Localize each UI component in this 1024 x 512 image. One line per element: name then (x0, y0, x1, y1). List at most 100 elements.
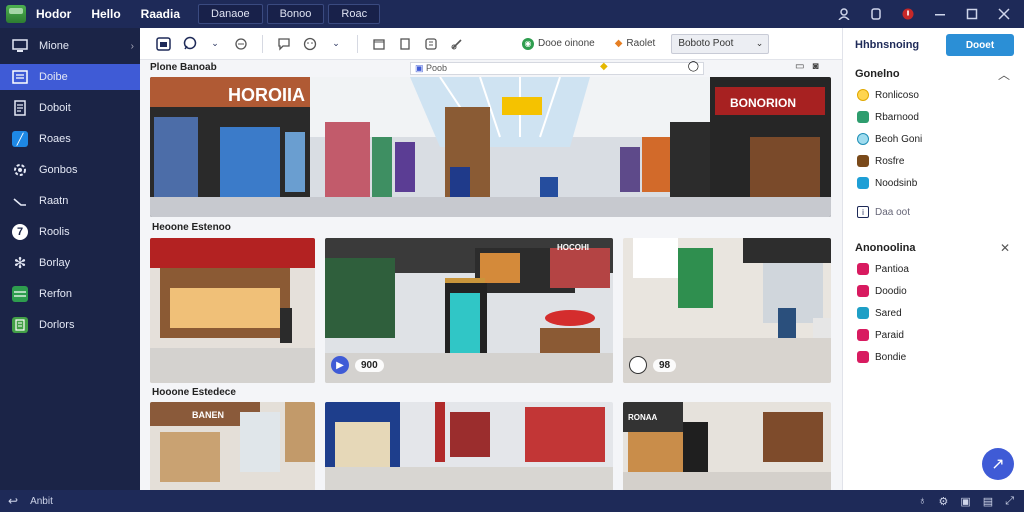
panel-item-label: Beoh Goni (875, 133, 923, 145)
chart-icon: ╱ (12, 131, 28, 147)
chevron-up-icon[interactable]: ︿ (998, 66, 1010, 83)
sidebar-item-raatn[interactable]: Raatn (0, 188, 140, 214)
sidebar-item-doboit[interactable]: Doboit (0, 95, 140, 121)
panel-item-4[interactable]: Rosfre (843, 150, 1024, 172)
tag-icon[interactable]: ◆ (600, 61, 608, 72)
menu-item-2[interactable]: Hello (91, 7, 120, 21)
gallery-thumb-4[interactable]: BANEN (150, 402, 315, 490)
sidebar-item-dorlors[interactable]: Dorlors (0, 312, 140, 338)
panel-item-3[interactable]: Beoh Goni (843, 128, 1024, 150)
panel-item-label: Pantioa (875, 263, 909, 275)
alert-icon[interactable] (902, 8, 914, 20)
sort-chip[interactable]: ◆ Raolet (615, 38, 656, 49)
sidebar-item-borlay[interactable]: ✻ Borlay (0, 250, 140, 276)
view-select[interactable]: Boboto Poot ⌄ (671, 33, 770, 54)
right-panel-header: Hhbnsnoing Dooet (843, 28, 1024, 62)
panel-mini-text: Daa oot (875, 206, 911, 218)
panel-mini-controls: i Daa oot (843, 202, 1024, 222)
page-icon[interactable] (396, 35, 414, 53)
sidebar-item-gonbos[interactable]: Gonbos (0, 157, 140, 183)
gallery-thumb-2[interactable]: HOCOHI ▶ 900 (325, 238, 613, 383)
sidebar-item-roolis[interactable]: 7 Roolis (0, 219, 140, 245)
info-icon[interactable]: i (857, 206, 869, 218)
panel-item-5[interactable]: Noodsinb (843, 172, 1024, 194)
panel-item-1[interactable]: Ronlicoso (843, 84, 1024, 106)
chevron-down-icon[interactable]: ⌄ (206, 35, 224, 53)
right-panel-action-label: Dooet (965, 39, 995, 51)
hero-sign-left: HOROIIA (228, 85, 305, 105)
panel-item-7[interactable]: Doodio (843, 280, 1024, 302)
pink-tag-icon (857, 351, 869, 363)
image-icon[interactable]: ▣ (960, 495, 970, 508)
gallery-thumb-3[interactable]: 98 (623, 238, 831, 383)
search-icon: ▣ (415, 63, 424, 73)
thumb-image-4: BANEN (150, 402, 315, 490)
maximize-icon[interactable] (966, 8, 978, 20)
right-panel-action-button[interactable]: Dooet (946, 34, 1014, 56)
hero-mall-image[interactable]: HOROIIA BONORION (150, 77, 831, 217)
title-tab-2[interactable]: Bonoo (266, 4, 325, 24)
pink-tag-icon (857, 285, 869, 297)
user-icon[interactable] (838, 8, 850, 20)
section-anonoolina: Anonoolina ✕ (843, 238, 1024, 258)
record-icon[interactable] (629, 356, 647, 374)
layers-icon[interactable] (422, 35, 440, 53)
title-tab-3[interactable]: Roac (328, 4, 381, 24)
menu-item-3[interactable]: Raadia (141, 7, 180, 21)
chevron-right-icon[interactable]: › (131, 41, 134, 52)
camera-icon[interactable]: ◙ (812, 61, 818, 72)
title-tab-1[interactable]: Danaoe (198, 4, 263, 24)
bell-icon[interactable]: ♁ (918, 495, 926, 508)
chevron-down-icon[interactable]: ⌄ (327, 35, 345, 53)
box-icon[interactable] (370, 35, 388, 53)
image-icon[interactable]: ▭ (795, 61, 804, 72)
panel-item-2[interactable]: Rbarnood (843, 106, 1024, 128)
pen-icon (12, 193, 28, 209)
sidebar-item-mione[interactable]: Mione › (0, 33, 140, 59)
brush-icon[interactable] (448, 35, 466, 53)
panel-item-9[interactable]: Paraid (843, 324, 1024, 346)
calendar-icon[interactable] (154, 35, 172, 53)
comment-icon[interactable] (232, 35, 250, 53)
expand-icon[interactable]: ⤢ (1005, 495, 1014, 508)
toolbar-divider (357, 34, 358, 53)
panel-item-label: Sared (875, 307, 902, 319)
status-text: Anbit (30, 495, 53, 507)
panel-item-label: Rosfre (875, 155, 905, 167)
grid-icon (857, 111, 869, 123)
sidebar-item-doibe[interactable]: Doibe (0, 64, 140, 90)
chat-icon[interactable]: ▤ (983, 495, 993, 508)
panel-item-label: Rbarnood (875, 111, 919, 123)
sidebar-item-label: Roaes (39, 133, 71, 145)
gear-icon[interactable]: ⚙ (939, 495, 949, 508)
sidebar-item-label: Raatn (39, 195, 69, 207)
gallery-thumb-5[interactable] (325, 402, 613, 490)
floating-action-button[interactable]: ↗ (982, 448, 1014, 480)
panel-item-label: Ronlicoso (875, 89, 919, 101)
sidebar-item-roaes[interactable]: ╱ Roaes (0, 126, 140, 152)
main-content: ⌄ ⌄ ◉ Dooe oinone ◆ Raolet Boboto Poot ⌄ (140, 28, 842, 490)
minimize-icon[interactable] (934, 8, 946, 20)
close-icon[interactable] (998, 8, 1010, 20)
play-icon[interactable]: ▶ (331, 356, 349, 374)
menu-item-1[interactable]: Hodor (36, 7, 71, 21)
app-logo-icon (6, 5, 26, 23)
circle-icon[interactable]: ◯ (688, 61, 699, 72)
close-icon[interactable]: ✕ (1000, 241, 1010, 255)
toolbar: ⌄ ⌄ ◉ Dooe oinone ◆ Raolet Boboto Poot ⌄ (140, 28, 842, 60)
copy-icon[interactable] (870, 8, 882, 20)
filter-chip[interactable]: ◉ Dooe oinone (522, 37, 595, 50)
panel-item-10[interactable]: Bondie (843, 346, 1024, 368)
view-select-value: Boboto Poot (678, 38, 734, 49)
chat-icon[interactable] (180, 35, 198, 53)
gallery-thumb-1[interactable] (150, 238, 315, 383)
sidebar-item-rerfon[interactable]: Rerfon (0, 281, 140, 307)
toolbar-divider (262, 34, 263, 53)
back-icon[interactable]: ↩ (8, 494, 18, 508)
message-icon[interactable] (275, 35, 293, 53)
gallery-thumb-6[interactable]: RONAA (623, 402, 831, 490)
panel-item-6[interactable]: Pantioa (843, 258, 1024, 280)
emoji-icon[interactable] (301, 35, 319, 53)
sidebar-item-label: Gonbos (39, 164, 78, 176)
panel-item-8[interactable]: Sared (843, 302, 1024, 324)
